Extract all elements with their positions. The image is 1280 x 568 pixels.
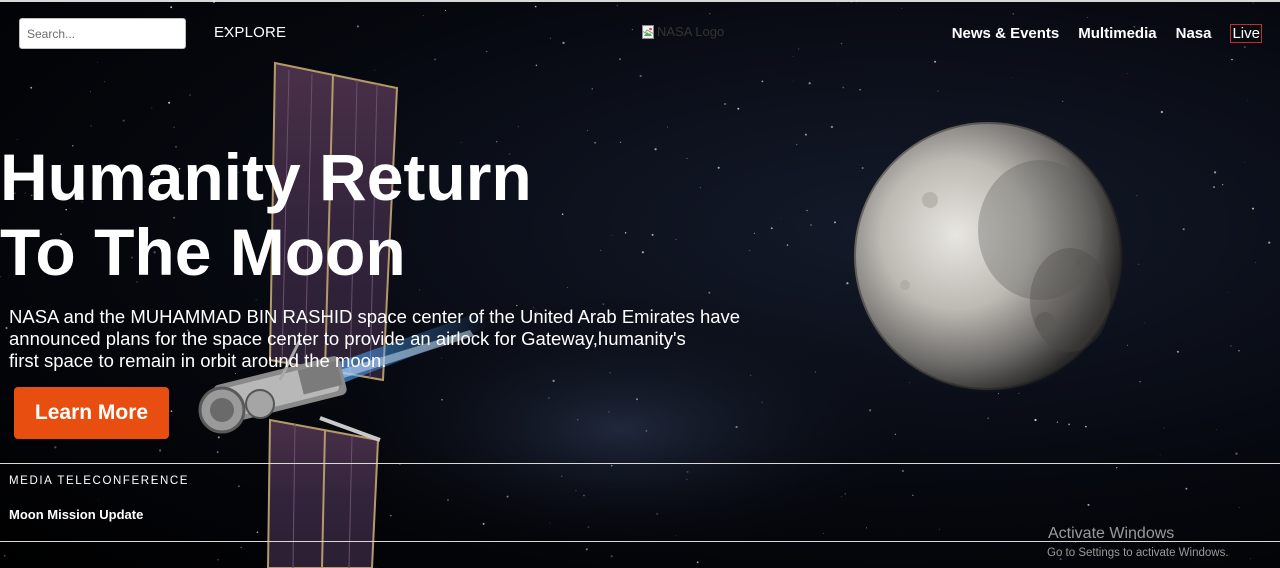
page: EXPLORE NASA Logo News & Events Multimed… [0,0,1280,568]
media-link-moon-mission[interactable]: Moon Mission Update [9,507,143,522]
activate-windows-title: Activate Windows [1048,525,1175,542]
logo-alt-text: NASA Logo [657,24,725,39]
nasa-logo[interactable]: NASA Logo [642,24,724,40]
nav-news-events[interactable]: News & Events [952,25,1060,42]
explore-link[interactable]: EXPLORE [214,24,286,41]
activate-windows-subtitle: Go to Settings to activate Windows. [1047,547,1229,559]
nav-nasa[interactable]: Nasa [1176,25,1212,42]
solar-panel-lower [266,418,380,568]
broken-image-icon [642,25,654,39]
main-nav: News & Events Multimedia Nasa Live [933,24,1262,43]
hero-description-line1: NASA and the MUHAMMAD BIN RASHID space c… [9,306,741,327]
hero-description-line2: announced plans for the space center to … [9,328,686,349]
media-section-label: MEDIA TELECONFERENCE [9,475,190,487]
hero-description: NASA and the MUHAMMAD BIN RASHID space c… [9,306,749,372]
media-divider-top [0,463,1280,464]
hero-title: Humanity Return To The Moon [0,140,560,290]
moon [852,120,1124,392]
hero-description-line3: first space to remain in orbit around th… [9,350,387,371]
search-input[interactable] [19,18,186,49]
learn-more-button[interactable]: Learn More [14,387,169,439]
nav-live[interactable]: Live [1230,24,1262,43]
nav-multimedia[interactable]: Multimedia [1078,25,1156,42]
hero-title-line1: Humanity Return [0,140,532,214]
hero-title-line2: To The Moon [0,215,406,289]
